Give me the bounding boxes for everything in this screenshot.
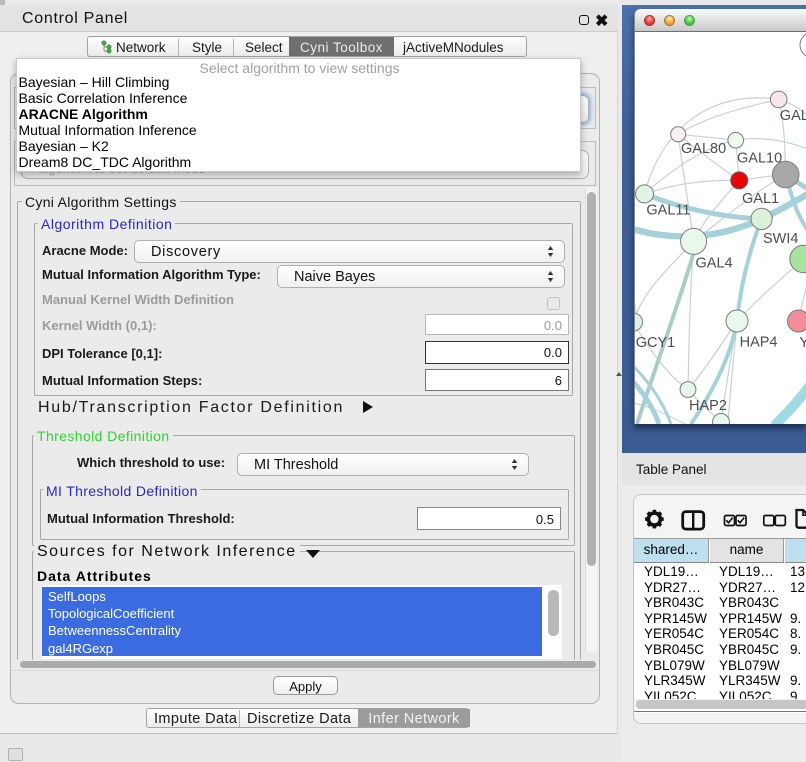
svg-text:GAL4: GAL4 [696, 256, 733, 272]
svg-text:GAL: GAL [780, 108, 806, 124]
svg-text:HAP4: HAP4 [740, 334, 778, 350]
svg-text:GAL1: GAL1 [742, 191, 779, 207]
svg-text:HAP2: HAP2 [689, 398, 727, 414]
svg-text:GAL80: GAL80 [681, 141, 726, 157]
svg-text:Y: Y [799, 335, 806, 351]
svg-text:GAL10: GAL10 [737, 151, 782, 167]
svg-text:SWI4: SWI4 [763, 231, 798, 247]
svg-text:GCY1: GCY1 [636, 335, 676, 351]
svg-text:GAL11: GAL11 [646, 203, 690, 219]
